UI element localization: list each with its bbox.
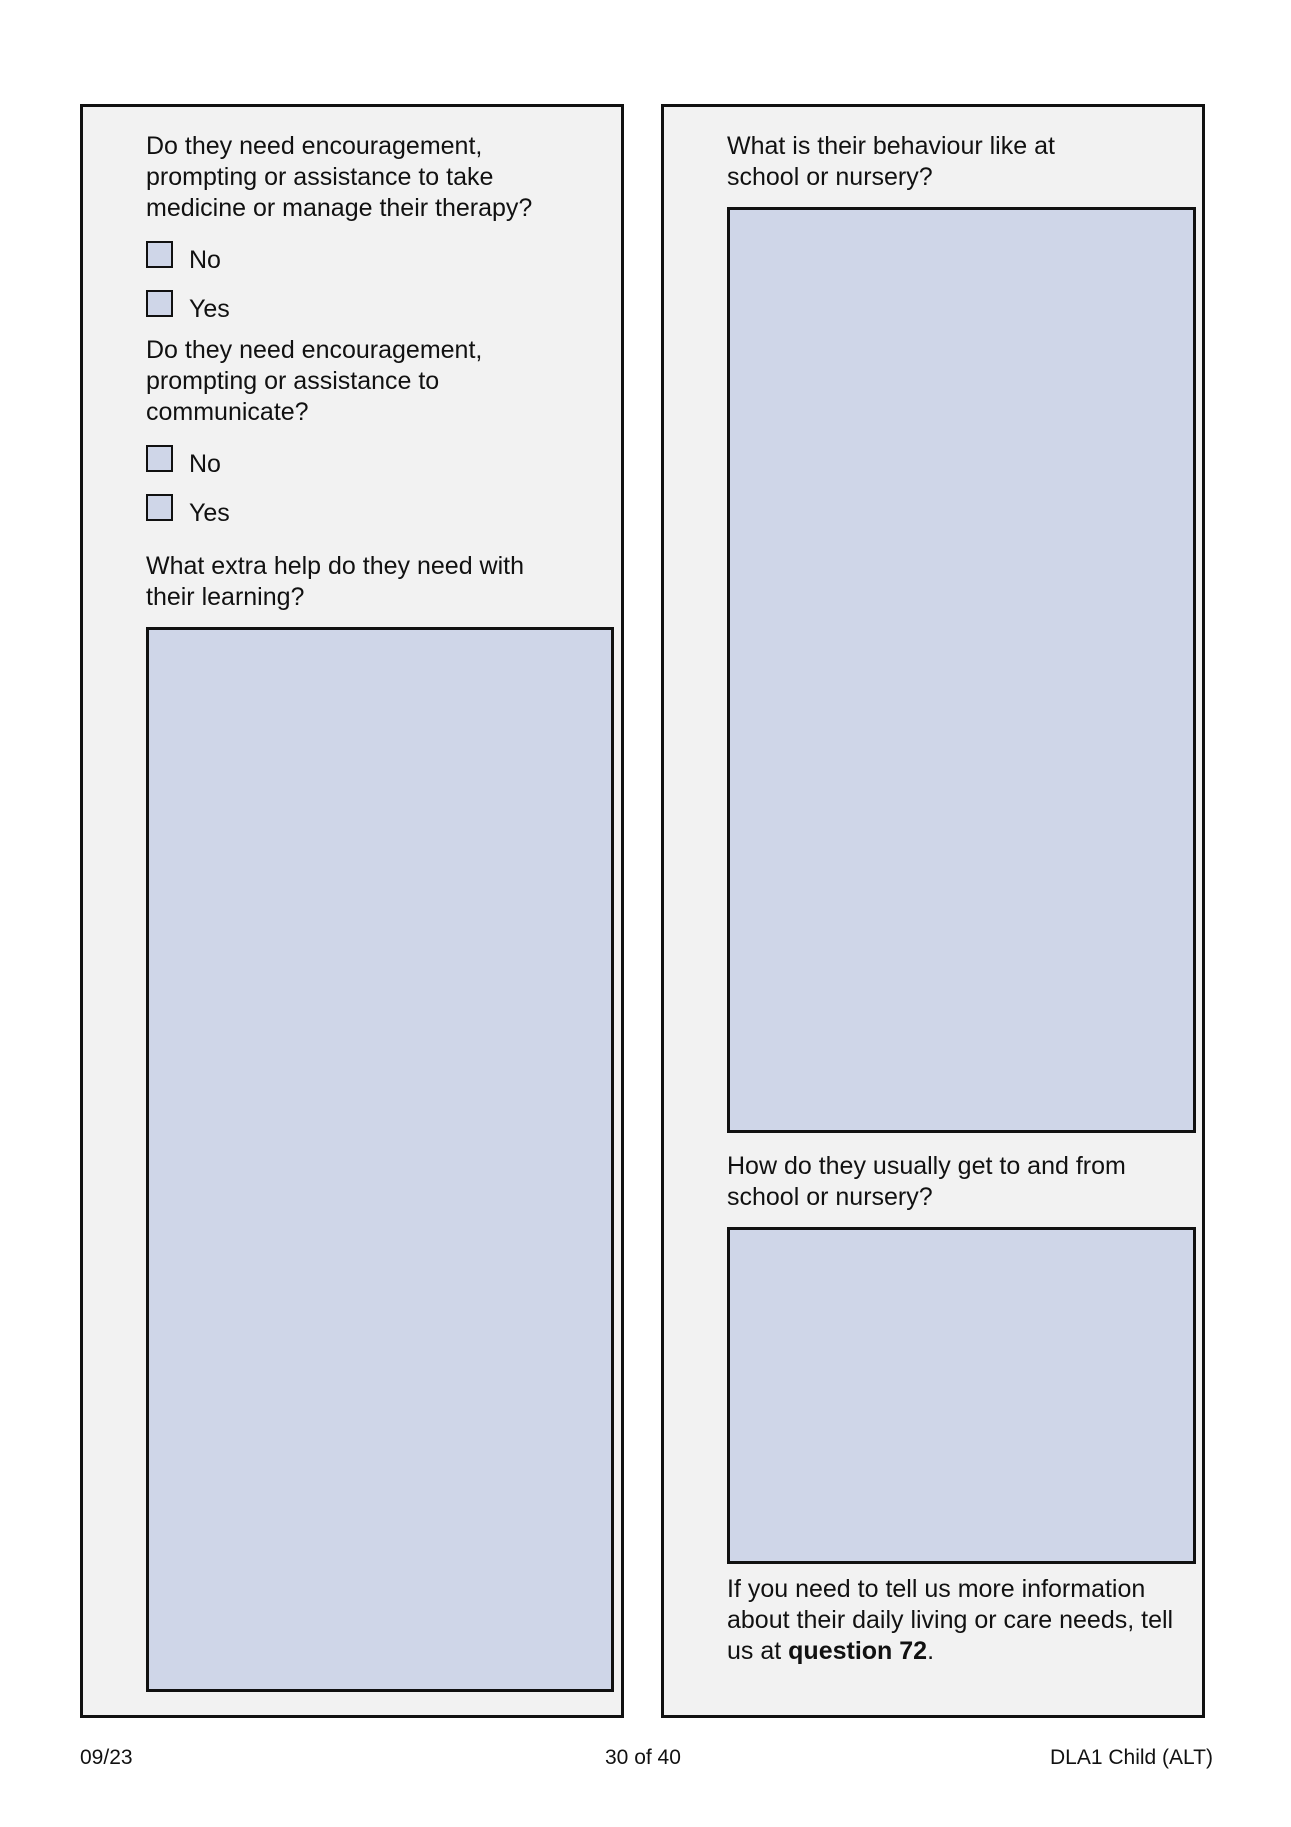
learning-help-field[interactable] xyxy=(146,627,614,1692)
option-medicine-yes[interactable]: Yes xyxy=(146,286,230,323)
question-behaviour: What is their behaviour like at school o… xyxy=(727,132,1055,191)
checkbox-medicine-yes[interactable] xyxy=(146,289,173,317)
travel-field[interactable] xyxy=(727,1227,1196,1564)
question-travel: How do they usually get to and from scho… xyxy=(727,1152,1126,1211)
behaviour-field[interactable] xyxy=(727,207,1196,1133)
footer-date: 09/23 xyxy=(80,1746,133,1769)
page-number: 30 of 40 xyxy=(605,1746,681,1769)
option-communicate-yes[interactable]: Yes xyxy=(146,490,230,527)
more-info-note: If you need to tell us more information … xyxy=(727,1574,1187,1667)
checkbox-medicine-no[interactable] xyxy=(146,240,173,268)
left-panel: Do they need encouragement, prompting or… xyxy=(80,104,624,1718)
note-end: . xyxy=(927,1637,935,1665)
question-learning: What extra help do they need with their … xyxy=(146,552,525,611)
question-reference: question 72 xyxy=(788,1637,928,1665)
option-label: No xyxy=(189,245,221,274)
option-label: No xyxy=(189,449,221,478)
question-medicine: Do they need encouragement, prompting or… xyxy=(146,132,533,222)
option-label: Yes xyxy=(189,294,230,323)
option-communicate-no[interactable]: No xyxy=(146,441,221,478)
form-code: DLA1 Child (ALT) xyxy=(1050,1746,1213,1769)
option-medicine-no[interactable]: No xyxy=(146,237,221,274)
checkbox-communicate-no[interactable] xyxy=(146,444,173,472)
question-communicate: Do they need encouragement, prompting or… xyxy=(146,336,483,426)
right-panel: What is their behaviour like at school o… xyxy=(661,104,1205,1718)
option-label: Yes xyxy=(189,498,230,527)
checkbox-communicate-yes[interactable] xyxy=(146,493,173,521)
